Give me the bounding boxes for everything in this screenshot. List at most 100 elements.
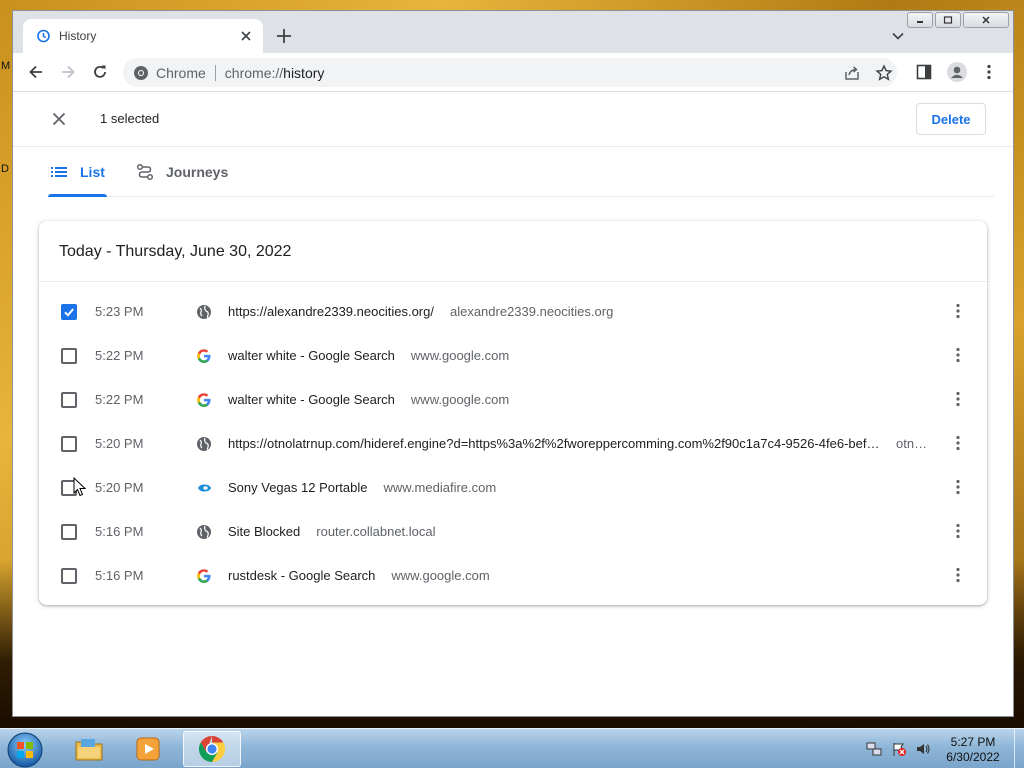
taskbar-chrome[interactable]: [183, 731, 241, 767]
row-time: 5:16 PM: [95, 524, 144, 539]
new-tab-icon[interactable]: [275, 27, 293, 45]
history-row[interactable]: 5:16 PM Site Blocked router.collabnet.loca…: [39, 509, 987, 553]
selection-toolbar: 1 selected Delete: [13, 92, 1013, 147]
browser-toolbar: Chrome chrome://history: [13, 53, 1013, 91]
taskbar: 5:27 PM 6/30/2022: [0, 728, 1024, 768]
chevron-down-icon[interactable]: [891, 29, 905, 43]
more-actions-icon[interactable]: [949, 566, 967, 584]
row-domain: router.collabnet.local: [316, 524, 436, 539]
url-scheme: chrome://: [224, 64, 284, 81]
row-checkbox[interactable]: [61, 392, 77, 408]
row-domain: otn…: [896, 436, 926, 451]
clear-selection-icon[interactable]: [51, 111, 67, 127]
profile-avatar-icon[interactable]: [947, 62, 967, 82]
more-actions-icon[interactable]: [949, 478, 967, 496]
row-time: 5:20 PM: [95, 480, 144, 495]
row-time: 5:20 PM: [95, 436, 144, 451]
tab-history[interactable]: History: [23, 19, 263, 53]
tab-title: History: [59, 29, 97, 43]
date-heading: Today - Thursday, June 30, 2022: [59, 243, 292, 260]
more-actions-icon[interactable]: [949, 434, 967, 452]
mediafire-icon: [196, 484, 211, 492]
more-actions-icon[interactable]: [949, 522, 967, 540]
row-title: Sony Vegas 12 Portable: [228, 480, 368, 495]
row-link[interactable]: walter white - Google Search www.google.c…: [228, 392, 924, 407]
row-link[interactable]: rustdesk - Google Search www.google.com: [228, 568, 924, 583]
url-text[interactable]: chrome://history: [225, 65, 325, 81]
action-center-flag-icon[interactable]: [891, 741, 907, 757]
delete-button[interactable]: Delete: [916, 103, 986, 135]
clock-date: 6/30/2022: [946, 750, 1000, 764]
taskbar-explorer[interactable]: [60, 731, 118, 767]
maximize-icon: [943, 16, 953, 24]
window-controls: [905, 12, 1009, 28]
tab-list[interactable]: List: [48, 147, 107, 197]
history-row[interactable]: 5:20 PM Sony Vegas 12 Portable www.mediafi…: [39, 465, 987, 509]
show-desktop-button[interactable]: [1014, 729, 1024, 768]
side-panel-icon[interactable]: [915, 63, 933, 81]
history-row[interactable]: 5:20 PM https://otnolatrnup.com/hideref.e…: [39, 421, 987, 465]
row-link[interactable]: walter white - Google Search www.google.c…: [228, 348, 924, 363]
row-link[interactable]: https://alexandre2339.neocities.org/alex…: [228, 304, 924, 319]
url-path: history: [283, 64, 325, 81]
start-button[interactable]: [6, 731, 44, 768]
row-domain: www.google.com: [410, 392, 510, 407]
history-row[interactable]: 5:22 PM walter white - Google Search www.g…: [39, 377, 987, 421]
row-time: 5:16 PM: [95, 568, 144, 583]
back-arrow-icon[interactable]: [27, 63, 45, 81]
history-row[interactable]: 5:23 PM https://alexandre2339.neocities.o…: [39, 289, 987, 333]
row-checkbox[interactable]: [61, 568, 77, 584]
row-checkbox[interactable]: [61, 348, 77, 364]
chrome-icon: [198, 735, 226, 763]
maximize-button[interactable]: [935, 12, 961, 28]
tab-list-label: List: [80, 163, 105, 180]
row-title: Site Blocked: [228, 524, 301, 539]
system-clock[interactable]: 5:27 PM 6/30/2022: [938, 735, 1008, 765]
volume-icon[interactable]: [915, 741, 931, 757]
more-actions-icon[interactable]: [949, 346, 967, 364]
share-icon[interactable]: [843, 64, 861, 82]
list-icon: [51, 166, 67, 177]
more-actions-icon[interactable]: [949, 302, 967, 320]
globe-icon: [197, 437, 211, 451]
google-icon: [197, 569, 211, 583]
row-checkbox[interactable]: [61, 524, 77, 540]
taskbar-media-player[interactable]: [120, 731, 178, 767]
tab-journeys[interactable]: Journeys: [134, 147, 230, 196]
row-time: 5:23 PM: [95, 304, 144, 319]
desktop-icon-label: D: [1, 163, 9, 175]
omnibox-separator: [214, 64, 216, 81]
forward-arrow-icon[interactable]: [59, 63, 77, 81]
history-icon: [37, 29, 50, 43]
chrome-window: History Chrome chrome://history 1 select…: [12, 10, 1014, 717]
minimize-button[interactable]: [907, 12, 933, 28]
row-title: https://alexandre2339.neocities.org/: [228, 304, 434, 319]
row-link[interactable]: Sony Vegas 12 Portable www.mediafire.com: [228, 480, 924, 495]
history-tabs: List Journeys: [48, 147, 994, 197]
history-row[interactable]: 5:22 PM walter white - Google Search www.g…: [39, 333, 987, 377]
history-page: 1 selected Delete List Journeys Today - …: [13, 91, 1013, 716]
row-title: walter white - Google Search: [228, 348, 395, 363]
journeys-icon: [136, 163, 154, 180]
more-actions-icon[interactable]: [949, 390, 967, 408]
row-link[interactable]: Site Blocked router.collabnet.local: [228, 524, 924, 539]
row-time: 5:22 PM: [95, 348, 144, 363]
close-tab-icon[interactable]: [239, 29, 253, 43]
media-player-icon: [136, 737, 160, 761]
kebab-menu-icon[interactable]: [980, 63, 998, 81]
row-domain: www.mediafire.com: [383, 480, 497, 495]
row-time: 5:22 PM: [95, 392, 144, 407]
chrome-logo-icon: [134, 65, 148, 80]
close-window-button[interactable]: [963, 12, 1009, 28]
network-icon[interactable]: [866, 741, 882, 757]
checkmark-icon: [64, 308, 74, 317]
row-checkbox[interactable]: [61, 436, 77, 452]
row-link[interactable]: https://otnolatrnup.com/hideref.engine?d…: [228, 436, 883, 451]
bookmark-star-icon[interactable]: [875, 64, 893, 82]
address-bar[interactable]: Chrome chrome://history: [123, 58, 897, 87]
row-checkbox[interactable]: [61, 304, 77, 320]
history-row[interactable]: 5:16 PM rustdesk - Google Search www.googl…: [39, 553, 987, 597]
close-icon: [982, 16, 990, 24]
reload-icon[interactable]: [91, 63, 109, 81]
tab-journeys-label: Journeys: [166, 163, 229, 180]
